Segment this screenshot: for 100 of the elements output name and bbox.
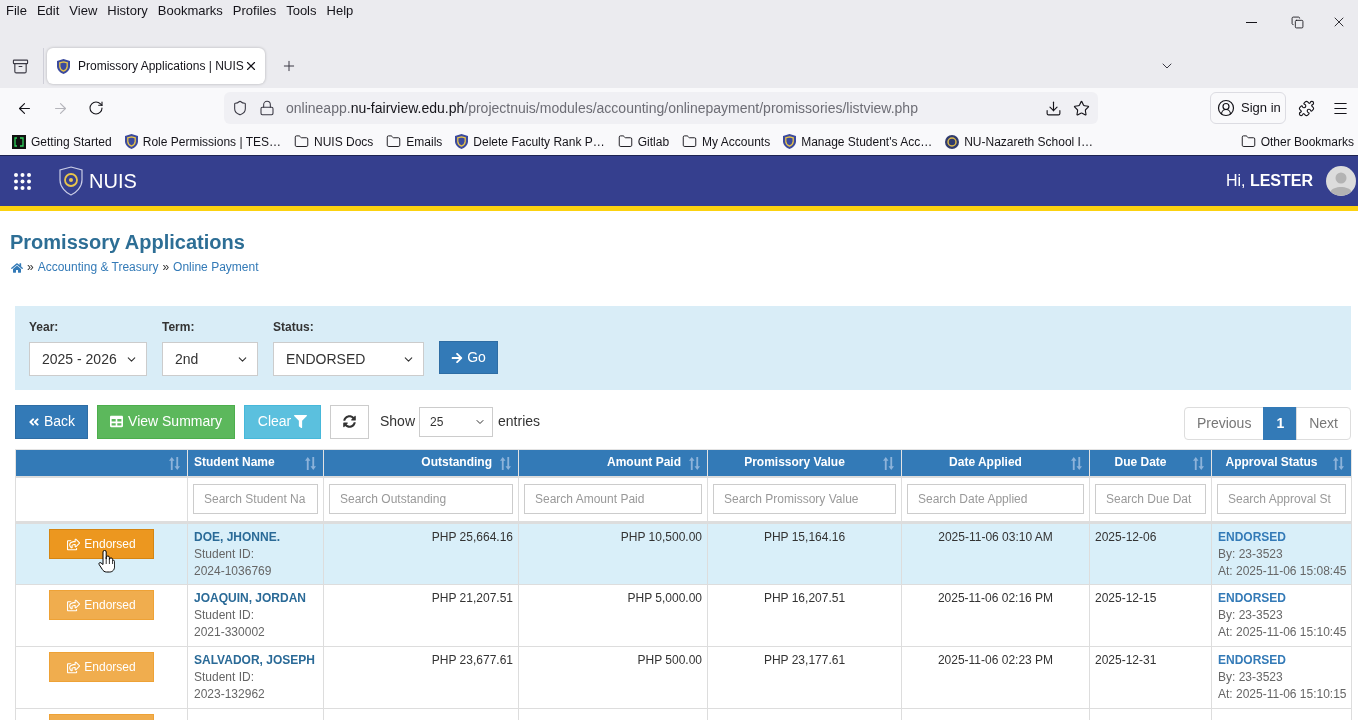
column-header[interactable]: Amount Paid [518, 449, 708, 477]
folder-icon [617, 134, 633, 149]
search-field[interactable]: Search Promissory Value [713, 484, 896, 515]
double-chevron-left-icon [27, 415, 40, 428]
avatar-icon[interactable] [1326, 166, 1356, 196]
search-field[interactable]: Search Due Dat [1095, 484, 1206, 515]
table-icon [110, 415, 124, 428]
field-label: Term: [162, 320, 195, 335]
student-id: 2023-132962 [194, 686, 265, 703]
approval-time-text: At: 2025-11-06 15:10:45 [1218, 624, 1347, 641]
menu-item[interactable]: Bookmarks [152, 3, 228, 19]
entries-label: entries [498, 412, 541, 431]
column-header[interactable]: Approval Status [1211, 449, 1352, 477]
folder-icon [682, 134, 698, 149]
search-field[interactable]: Search Outstanding [329, 484, 513, 515]
breadcrumb-link[interactable]: Accounting & Treasury [37, 259, 159, 276]
breadcrumb-separator: » [162, 259, 170, 276]
show-label: Show [380, 412, 416, 431]
shield-logo-icon[interactable] [59, 166, 83, 196]
field-label: Status: [273, 320, 314, 335]
bookmark[interactable]: Role Permissions | TES… [124, 132, 281, 151]
sign-in-button[interactable]: Sign in [1210, 92, 1286, 124]
table-row[interactable]: Endorsed JOAQUIN, JORDAN Student ID: 2021-330002 PHP 21,207.51 PHP 5,000.00 PHP 16,207.51 2025-11-06 02:16 PM 2025-12-15 ENDORSED By: 23-3523 At: 2025-11-06 15:10:45 [15, 584, 1352, 647]
bookmark[interactable]: NU-Nazareth School I… [945, 132, 1093, 151]
menu-item[interactable]: Help [321, 3, 359, 19]
folder-icon [386, 134, 402, 149]
table-cell: PHP 10,500.00 [518, 522, 708, 585]
dropdown[interactable]: ENDORSED [273, 342, 424, 376]
breadcrumb-link[interactable]: Online Payment [173, 259, 259, 276]
refresh-button[interactable] [330, 404, 369, 439]
search-field[interactable]: Search Date Applied [907, 484, 1084, 515]
share-icon [67, 660, 81, 674]
dropdown[interactable]: 2025 - 2026 [29, 342, 147, 376]
shield-favicon-icon [455, 134, 469, 149]
column-header[interactable]: Due Date [1089, 449, 1212, 477]
home-icon[interactable] [11, 261, 23, 274]
shield-icon[interactable] [232, 100, 248, 116]
bookmark[interactable]: Getting Started [12, 132, 112, 151]
field-label: Year: [29, 320, 59, 335]
student-name-link[interactable]: DOE, JHONNE. [194, 529, 280, 546]
student-id-label: Student ID: [194, 669, 255, 686]
search-field[interactable]: Search Amount Paid [524, 484, 702, 515]
approver-text: By: 23-3523 [1218, 607, 1283, 624]
search-field[interactable]: Search Approval St [1217, 484, 1346, 515]
app-name: NUIS [89, 169, 137, 194]
column-header[interactable]: Outstanding [323, 449, 519, 477]
dropdown[interactable]: 2nd [162, 342, 258, 376]
puzzle-icon[interactable] [1298, 99, 1315, 117]
student-id-label: Student ID: [194, 607, 255, 624]
new-tab-icon[interactable] [281, 58, 297, 74]
box-icon [11, 57, 29, 75]
breadcrumb-separator: » [27, 259, 34, 276]
refresh-icon [343, 415, 356, 428]
student-name-link[interactable]: JOAQUIN, JORDAN [194, 590, 306, 607]
student-id: 2024-1036769 [194, 563, 272, 580]
bookmark[interactable]: My Accounts [682, 132, 771, 151]
go-button[interactable]: Go [439, 341, 498, 374]
pagination-button[interactable]: Next [1296, 406, 1351, 440]
column-header[interactable]: Promissory Value [707, 449, 902, 477]
bookmark[interactable]: Delete Faculty Rank P… [455, 132, 605, 151]
url-text[interactable]: onlineapp.nu-fairview.edu.ph/projectnuis/modules/accounting/onlinepayment/promissories/listview.php [286, 97, 918, 119]
table-cell: PHP 23,677.61 [323, 646, 519, 709]
table-row[interactable]: Endorsed SALVADOR, JOSEPH Student ID: 2023-132962 PHP 23,677.61 PHP 500.00 PHP 23,177.61 2025-11-06 02:23 PM 2025-12-31 ENDORSED By: 23-3523 At: 2025-11-06 15:10:15 [15, 646, 1352, 709]
student-id-label: Student ID: [194, 546, 255, 563]
student-name-link[interactable]: SALVADOR, JOSEPH [194, 652, 315, 669]
address-bar[interactable]: onlineapp.nu-fairview.edu.ph/projectnuis/modules/accounting/onlinepayment/promissories/listview.php [224, 92, 1098, 124]
pagination-button[interactable]: 1 [1263, 406, 1298, 440]
menu-item[interactable]: History [102, 3, 153, 19]
table-cell: 2025-11-06 02:16 PM [901, 584, 1090, 647]
lock-icon[interactable] [259, 100, 275, 116]
share-icon [67, 598, 81, 612]
grid-icon[interactable] [14, 172, 31, 190]
bookmark[interactable]: Other Bookmarks [1240, 132, 1354, 151]
bookmark[interactable]: Emails [386, 132, 443, 151]
search-field[interactable]: Search Student Na [193, 484, 318, 515]
pagination-button[interactable]: Previous [1183, 406, 1265, 440]
menu-item[interactable]: Tools [281, 3, 322, 19]
menu-item[interactable]: File [1, 3, 32, 19]
table-row[interactable]: Endorsed DOE, JHONNE. Student ID: 2024-1036769 PHP 25,664.16 PHP 10,500.00 PHP 15,164.16 2025-11-06 03:10 AM 2025-12-06 ENDORSED By: 23-3523 At: 2025-11-06 15:08:45 [15, 522, 1352, 585]
table-cell: PHP 23,177.61 [707, 646, 902, 709]
menu-item[interactable]: View [64, 3, 103, 19]
menu-item[interactable]: Profiles [227, 3, 282, 19]
back-button[interactable]: Back [15, 404, 88, 439]
table-cell: PHP 16,207.51 [707, 584, 902, 647]
table-cell: PHP 5,000.00 [518, 584, 708, 647]
table-cell: 2025-12-15 [1089, 584, 1212, 647]
star-icon[interactable] [1073, 99, 1090, 117]
bookmark[interactable]: NUIS Docs [294, 132, 374, 151]
minimize-icon [1245, 21, 1257, 23]
bookmark[interactable]: Gitlab [617, 132, 670, 151]
download-icon[interactable] [1045, 99, 1062, 117]
status-label: ENDORSED [1218, 590, 1286, 607]
page-size-dropdown[interactable]: 25 [419, 406, 494, 437]
bookmark[interactable]: Manage Student's Acc… [783, 132, 933, 151]
column-header[interactable]: Student Name [187, 449, 324, 477]
menu-item[interactable]: Edit [31, 3, 65, 19]
column-header[interactable]: Date Applied [901, 449, 1090, 477]
page-title: Promissory Applications [10, 230, 245, 254]
column-header[interactable] [15, 449, 188, 477]
browser-tab[interactable]: Promissory Applications | NUIS [47, 48, 265, 84]
